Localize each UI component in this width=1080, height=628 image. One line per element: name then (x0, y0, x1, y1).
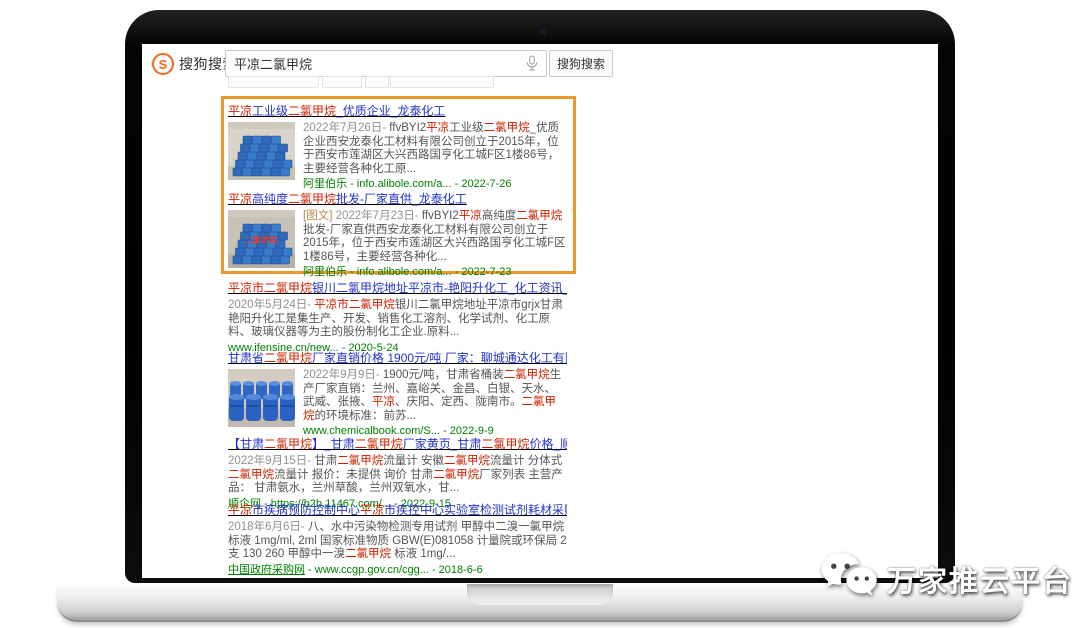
result-description: 2022年9月9日- 1900元/吨，甘肃省桶装二氯甲烷生产厂家直销：兰州、嘉峪… (303, 369, 567, 423)
wechat-icon (820, 550, 878, 607)
search-result: 甘肃省二氯甲烷厂家直销价格 1900元/吨 厂家：聊城通达化工有限公司 2022年… (228, 351, 567, 438)
search-input[interactable] (225, 50, 547, 77)
result-thumbnail-image[interactable] (228, 122, 295, 180)
laptop-base-notch (467, 584, 613, 605)
result-source-line: 中国政府采购网 - www.ccgp.gov.cn/cgg... - 2018-… (228, 564, 567, 577)
search-result: 平凉高纯度二氯甲烷批发-厂家直供_龙泰化工二氯甲烷 [图文] 2022年7月23日… (228, 192, 567, 279)
faded-filter-tab (390, 76, 494, 88)
svg-text:二氯甲烷: 二氯甲烷 (245, 235, 277, 245)
result-description: 2018年6月6日- 八、水中污染物检测专用试剂 甲醇中二溴一氯甲烷 标液 1m… (228, 521, 567, 562)
result-thumbnail-image[interactable]: 二氯甲烷 (228, 210, 295, 268)
browser-screen: S 搜狗搜索 搜狗搜索 平凉工业级二氯甲烷_优质企业_龙泰化工2022年7月26… (142, 44, 938, 578)
result-source-line: 阿里伯乐 - info.alibole.com/a... - 2022-7-23 (303, 266, 567, 279)
search-result: 平凉工业级二氯甲烷_优质企业_龙泰化工 2022年7月26日- ffvBYI2平凉… (228, 104, 567, 191)
faded-filter-tab (365, 76, 389, 88)
watermark-text: 万家推云平台 (887, 558, 1073, 600)
result-title-link[interactable]: 平凉市疾病预防控制中心平凉市疾控中心实验室检测试剂耗材采购项目... (228, 503, 567, 518)
result-title-link[interactable]: 【甘肃二氯甲烷】_甘肃二氯甲烷厂家黄页_甘肃二氯甲烷价格_顺企网 (228, 437, 567, 452)
microphone-icon[interactable] (525, 55, 539, 72)
search-result: 【甘肃二氯甲烷】_甘肃二氯甲烷厂家黄页_甘肃二氯甲烷价格_顺企网 2022年9月1… (228, 437, 567, 511)
search-result: 平凉市疾病预防控制中心平凉市疾控中心实验室检测试剂耗材采购项目... 2018年6… (228, 503, 567, 577)
result-description: 2020年5月24日- 平凉市二氯甲烷银川二氯甲烷地址平凉市grjx甘肃艳阳升化… (228, 299, 567, 340)
laptop-frame: S 搜狗搜索 搜狗搜索 平凉工业级二氯甲烷_优质企业_龙泰化工2022年7月26… (125, 10, 955, 583)
search-button[interactable]: 搜狗搜索 (549, 50, 613, 77)
result-title-link[interactable]: 平凉高纯度二氯甲烷批发-厂家直供_龙泰化工 (228, 192, 567, 207)
faded-filter-tab (228, 76, 319, 88)
result-description: 2022年9月15日- 甘肃二氯甲烷流量计 安徽二氯甲烷流量计 分体式二氯甲烷流… (228, 455, 567, 496)
search-result: 平凉市二氯甲烷银川二氯甲烷地址平凉市-艳阳升化工_化工资讯_废旧... 2020年… (228, 281, 567, 355)
result-title-link[interactable]: 平凉工业级二氯甲烷_优质企业_龙泰化工 (228, 104, 567, 119)
watermark: 万家推云平台 (820, 550, 1073, 607)
result-description: 2022年7月26日- ffvBYI2平凉工业级二氯甲烷_优质企业西安龙泰化工材… (303, 122, 567, 176)
result-description: [图文] 2022年7月23日- ffvBYI2平凉高纯度二氯甲烷批发-厂家直供… (303, 210, 567, 264)
result-source-line: 阿里伯乐 - info.alibole.com/a... - 2022-7-26 (303, 178, 567, 191)
result-thumbnail-image[interactable] (228, 369, 295, 427)
result-title-link[interactable]: 甘肃省二氯甲烷厂家直销价格 1900元/吨 厂家：聊城通达化工有限公司 (228, 351, 567, 366)
canvas: { "header": { "logo_letter": "S", "logo_… (0, 0, 1080, 628)
result-title-link[interactable]: 平凉市二氯甲烷银川二氯甲烷地址平凉市-艳阳升化工_化工资讯_废旧... (228, 281, 567, 296)
webcam-dot (540, 28, 547, 35)
sogou-logo-icon: S (152, 53, 174, 75)
faded-filter-tab (322, 76, 362, 88)
